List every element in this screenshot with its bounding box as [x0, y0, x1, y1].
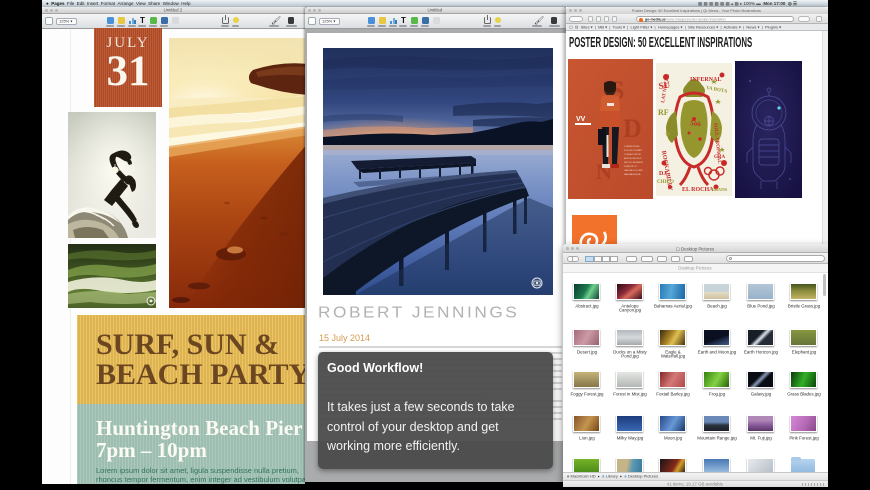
svg-text:ADIPISCING ELIT: ADIPISCING ELIT	[624, 157, 643, 160]
svg-text:DJ: DJ	[659, 171, 666, 177]
svg-text:D: D	[623, 114, 642, 143]
svg-text:SED DO EIUSMOD: SED DO EIUSMOD	[624, 162, 644, 164]
svg-text:INFERNAL: INFERNAL	[690, 77, 721, 83]
svg-text:CHICO: CHICO	[657, 180, 674, 185]
svg-text:VV: VV	[576, 116, 586, 123]
svg-text:TEMPOR UT: TEMPOR UT	[624, 166, 638, 168]
svg-text:EL ROCHA: EL ROCHA	[682, 187, 714, 193]
svg-text:DOLOR SIT AMET: DOLOR SIT AMET	[624, 149, 643, 152]
svg-text:LABORE DOLORE: LABORE DOLORE	[624, 169, 643, 172]
svg-text:LOREM IPSUM: LOREM IPSUM	[624, 146, 639, 148]
svg-text:CONSECTETUR: CONSECTETUR	[624, 154, 641, 156]
svg-text:5òò: 5òò	[690, 119, 702, 128]
svg-text:GRATIS: GRATIS	[712, 187, 728, 192]
svg-text:RF: RF	[658, 108, 669, 117]
svg-text:MAGNA ALIQUA: MAGNA ALIQUA	[624, 173, 641, 176]
svg-text:GRA: GRA	[714, 155, 726, 160]
